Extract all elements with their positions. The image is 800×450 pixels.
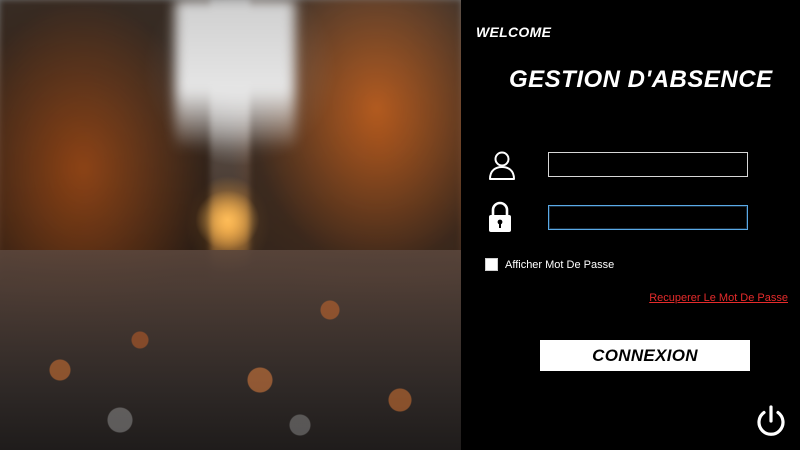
background-photo [0, 0, 461, 450]
photo-light [195, 190, 260, 250]
show-password-checkbox[interactable] [485, 258, 498, 271]
photo-ground-leaves [0, 250, 461, 450]
photo-sky [175, 0, 295, 150]
password-input[interactable] [548, 205, 748, 230]
user-icon [489, 151, 515, 180]
show-password-option[interactable]: Afficher Mot De Passe [485, 258, 614, 271]
login-panel: WELCOME GESTION D'ABSENCE Afficher Mot D… [461, 0, 800, 450]
show-password-label: Afficher Mot De Passe [505, 258, 615, 271]
connexion-button[interactable]: CONNEXION [540, 340, 750, 371]
power-icon[interactable] [755, 404, 787, 438]
welcome-label: WELCOME [476, 24, 552, 40]
lock-icon [489, 201, 511, 232]
recover-password-link[interactable]: Recuperer Le Mot De Passe [649, 292, 788, 304]
username-input[interactable] [548, 152, 748, 177]
app-title: GESTION D'ABSENCE [509, 66, 773, 93]
login-window: WELCOME GESTION D'ABSENCE Afficher Mot D… [0, 0, 800, 450]
